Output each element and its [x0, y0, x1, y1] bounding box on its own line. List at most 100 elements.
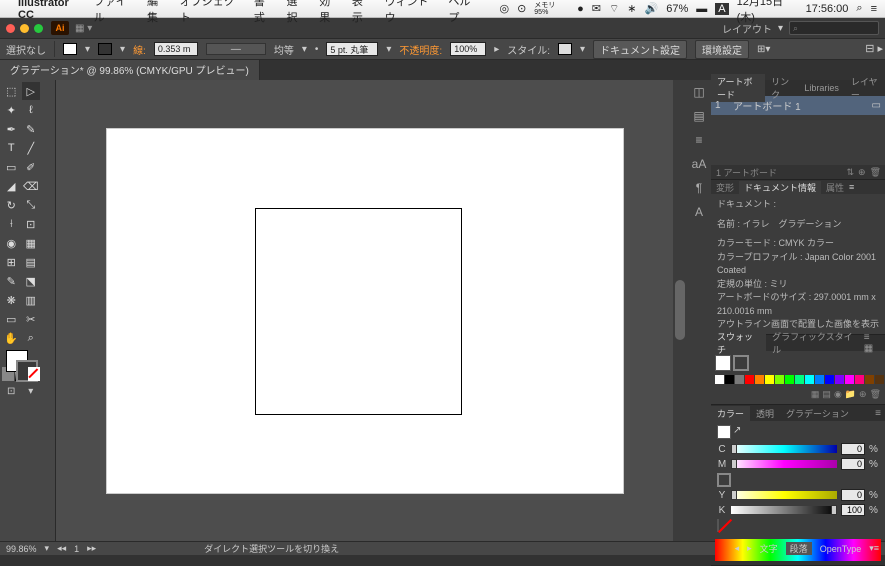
width-tool[interactable]: ⟊ [2, 215, 21, 233]
graph-tool[interactable]: ▥ [22, 291, 41, 309]
line-icon[interactable]: ● [577, 3, 584, 15]
selection-tool[interactable]: ⬚ [2, 82, 21, 100]
mesh-tool[interactable]: ⊞ [2, 253, 21, 271]
swatch-options-icon[interactable]: ◉ [834, 389, 842, 400]
menu-edit[interactable]: 編集 [147, 0, 168, 25]
nav-icon[interactable]: ⇅ [846, 167, 854, 178]
wifi-icon[interactable]: ⌔ [609, 2, 619, 16]
swatch-new-icon[interactable]: ⊕ [859, 389, 867, 400]
swatch-fill-preview[interactable] [715, 355, 731, 371]
panel-menu-icon[interactable]: ▾≡ [869, 543, 879, 554]
swatch-delete-icon[interactable]: 🗑 [870, 389, 881, 400]
document-tab[interactable]: グラデーション* @ 99.86% (CMYK/GPU プレビュー) [0, 60, 260, 80]
battery-icon[interactable]: ▬ [696, 3, 707, 15]
tab-color[interactable]: カラー [711, 406, 750, 421]
bridge-icon[interactable]: ▦ ▾ [75, 23, 92, 34]
swatch-chip[interactable] [815, 375, 824, 384]
swatch-chip[interactable] [765, 375, 774, 384]
dropdown-icon[interactable]: ▾ [302, 44, 307, 55]
fill-preview[interactable] [717, 425, 731, 439]
tab-attributes[interactable]: 属性 [821, 181, 849, 194]
mail-icon[interactable]: ✉ [592, 2, 601, 15]
menu-window[interactable]: ウィンドウ [385, 0, 437, 25]
k-slider[interactable] [731, 506, 837, 514]
window-controls[interactable] [6, 24, 43, 33]
style-swatch[interactable] [558, 43, 572, 55]
new-icon[interactable]: ⊕ [858, 167, 866, 178]
gradient-tool[interactable]: ▤ [22, 253, 41, 271]
opacity-label[interactable]: 不透明度: [399, 42, 442, 57]
tab-libraries[interactable]: Libraries [798, 82, 845, 94]
magic-wand-tool[interactable]: ✦ [2, 101, 21, 119]
panel-icon[interactable]: ◫ [691, 84, 707, 100]
swatch-stroke-preview[interactable] [733, 355, 749, 371]
prefs-button[interactable]: 環境設定 [695, 40, 749, 59]
delete-icon[interactable]: 🗑 [870, 167, 881, 178]
type-panel-icon[interactable]: A [691, 204, 707, 220]
c-slider[interactable] [731, 445, 837, 453]
stroke-label[interactable]: 線: [133, 42, 146, 57]
rectangle-tool[interactable]: ▭ [2, 158, 21, 176]
zoom-dropdown-icon[interactable]: ▾ [45, 543, 50, 554]
collapse-icon[interactable]: ⊟ ▸ [865, 42, 883, 55]
align-icon[interactable]: ⊞▾ [757, 44, 770, 55]
status-icon[interactable]: ◎ [499, 2, 509, 15]
swatch-chip[interactable] [755, 375, 764, 384]
rotate-tool[interactable]: ↻ [2, 196, 21, 214]
type-tool[interactable]: T [2, 139, 21, 157]
curvature-tool[interactable]: ✎ [22, 120, 41, 138]
dropdown-icon[interactable]: ▾ [386, 44, 391, 55]
slice-tool[interactable]: ✂ [22, 310, 41, 328]
panel-icon[interactable]: ▤ [691, 108, 707, 124]
dropdown-icon[interactable]: ▾ [85, 44, 90, 55]
nav-prev-icon[interactable]: ◂◂ [57, 543, 66, 554]
text-panel-icon[interactable]: aA [691, 156, 707, 172]
search-input[interactable] [789, 21, 879, 35]
swatch-lib-icon[interactable]: ▦ [811, 389, 820, 400]
battery-pct[interactable]: 67% [666, 3, 688, 15]
menu-select[interactable]: 選択 [287, 0, 308, 25]
artboard[interactable] [107, 129, 623, 493]
tab-gradient[interactable]: グラデーション [780, 406, 855, 421]
swatch-chip[interactable] [745, 375, 754, 384]
swatch-chip[interactable] [775, 375, 784, 384]
tab-graphicstyles[interactable]: グラフィックスタイル [766, 329, 864, 357]
volume-icon[interactable]: 🔊 [645, 2, 659, 15]
tab-transparency[interactable]: 透明 [750, 406, 780, 421]
artboard-nav[interactable]: 1 [74, 544, 79, 554]
panel-menu-icon[interactable]: ≡ [875, 408, 881, 419]
nav-next-icon[interactable]: ▸▸ [87, 543, 96, 554]
stroke-swatch[interactable] [98, 43, 112, 55]
zoom-level[interactable]: 99.86% [6, 544, 37, 554]
swatch-chip[interactable] [875, 375, 884, 384]
spotlight-icon[interactable]: ⌕ [856, 2, 862, 15]
swatch-chip[interactable] [795, 375, 804, 384]
menu-view[interactable]: 表示 [352, 0, 373, 25]
lasso-tool[interactable]: ℓ [22, 101, 41, 119]
c-input[interactable] [841, 443, 865, 455]
swatch-chip[interactable] [725, 375, 734, 384]
status-icon[interactable]: ⊙ [517, 2, 526, 15]
menu-object[interactable]: オブジェクト [180, 0, 242, 25]
menu-file[interactable]: ファイル [94, 0, 135, 25]
panel-menu-icon[interactable]: ≡ [849, 182, 854, 192]
tab-paragraph[interactable]: 段落 [786, 542, 812, 555]
y-slider[interactable] [731, 491, 837, 499]
shape-builder-tool[interactable]: ◉ [2, 234, 21, 252]
dropdown-icon[interactable]: ▾ [120, 44, 125, 55]
blend-tool[interactable]: ⬔ [22, 272, 41, 290]
none-swatch[interactable] [717, 519, 719, 532]
swatch-chip[interactable] [845, 375, 854, 384]
panel-icon[interactable]: ≡ [691, 132, 707, 148]
line-tool[interactable]: ╱ [22, 139, 41, 157]
time[interactable]: 17:56:00 [806, 3, 849, 15]
swatch-chip[interactable] [825, 375, 834, 384]
pen-tool[interactable]: ✒ [2, 120, 21, 138]
menu-effect[interactable]: 効果 [319, 0, 340, 25]
tab-opentype[interactable]: OpenType [820, 544, 862, 554]
view-icon[interactable]: ≡ ▦ [864, 332, 873, 354]
doc-setup-button[interactable]: ドキュメント設定 [593, 40, 687, 59]
dropdown-icon[interactable]: ▾ [778, 23, 783, 34]
zoom-tool[interactable]: ⌕ [22, 329, 41, 347]
hand-tool[interactable]: ✋ [2, 329, 21, 347]
